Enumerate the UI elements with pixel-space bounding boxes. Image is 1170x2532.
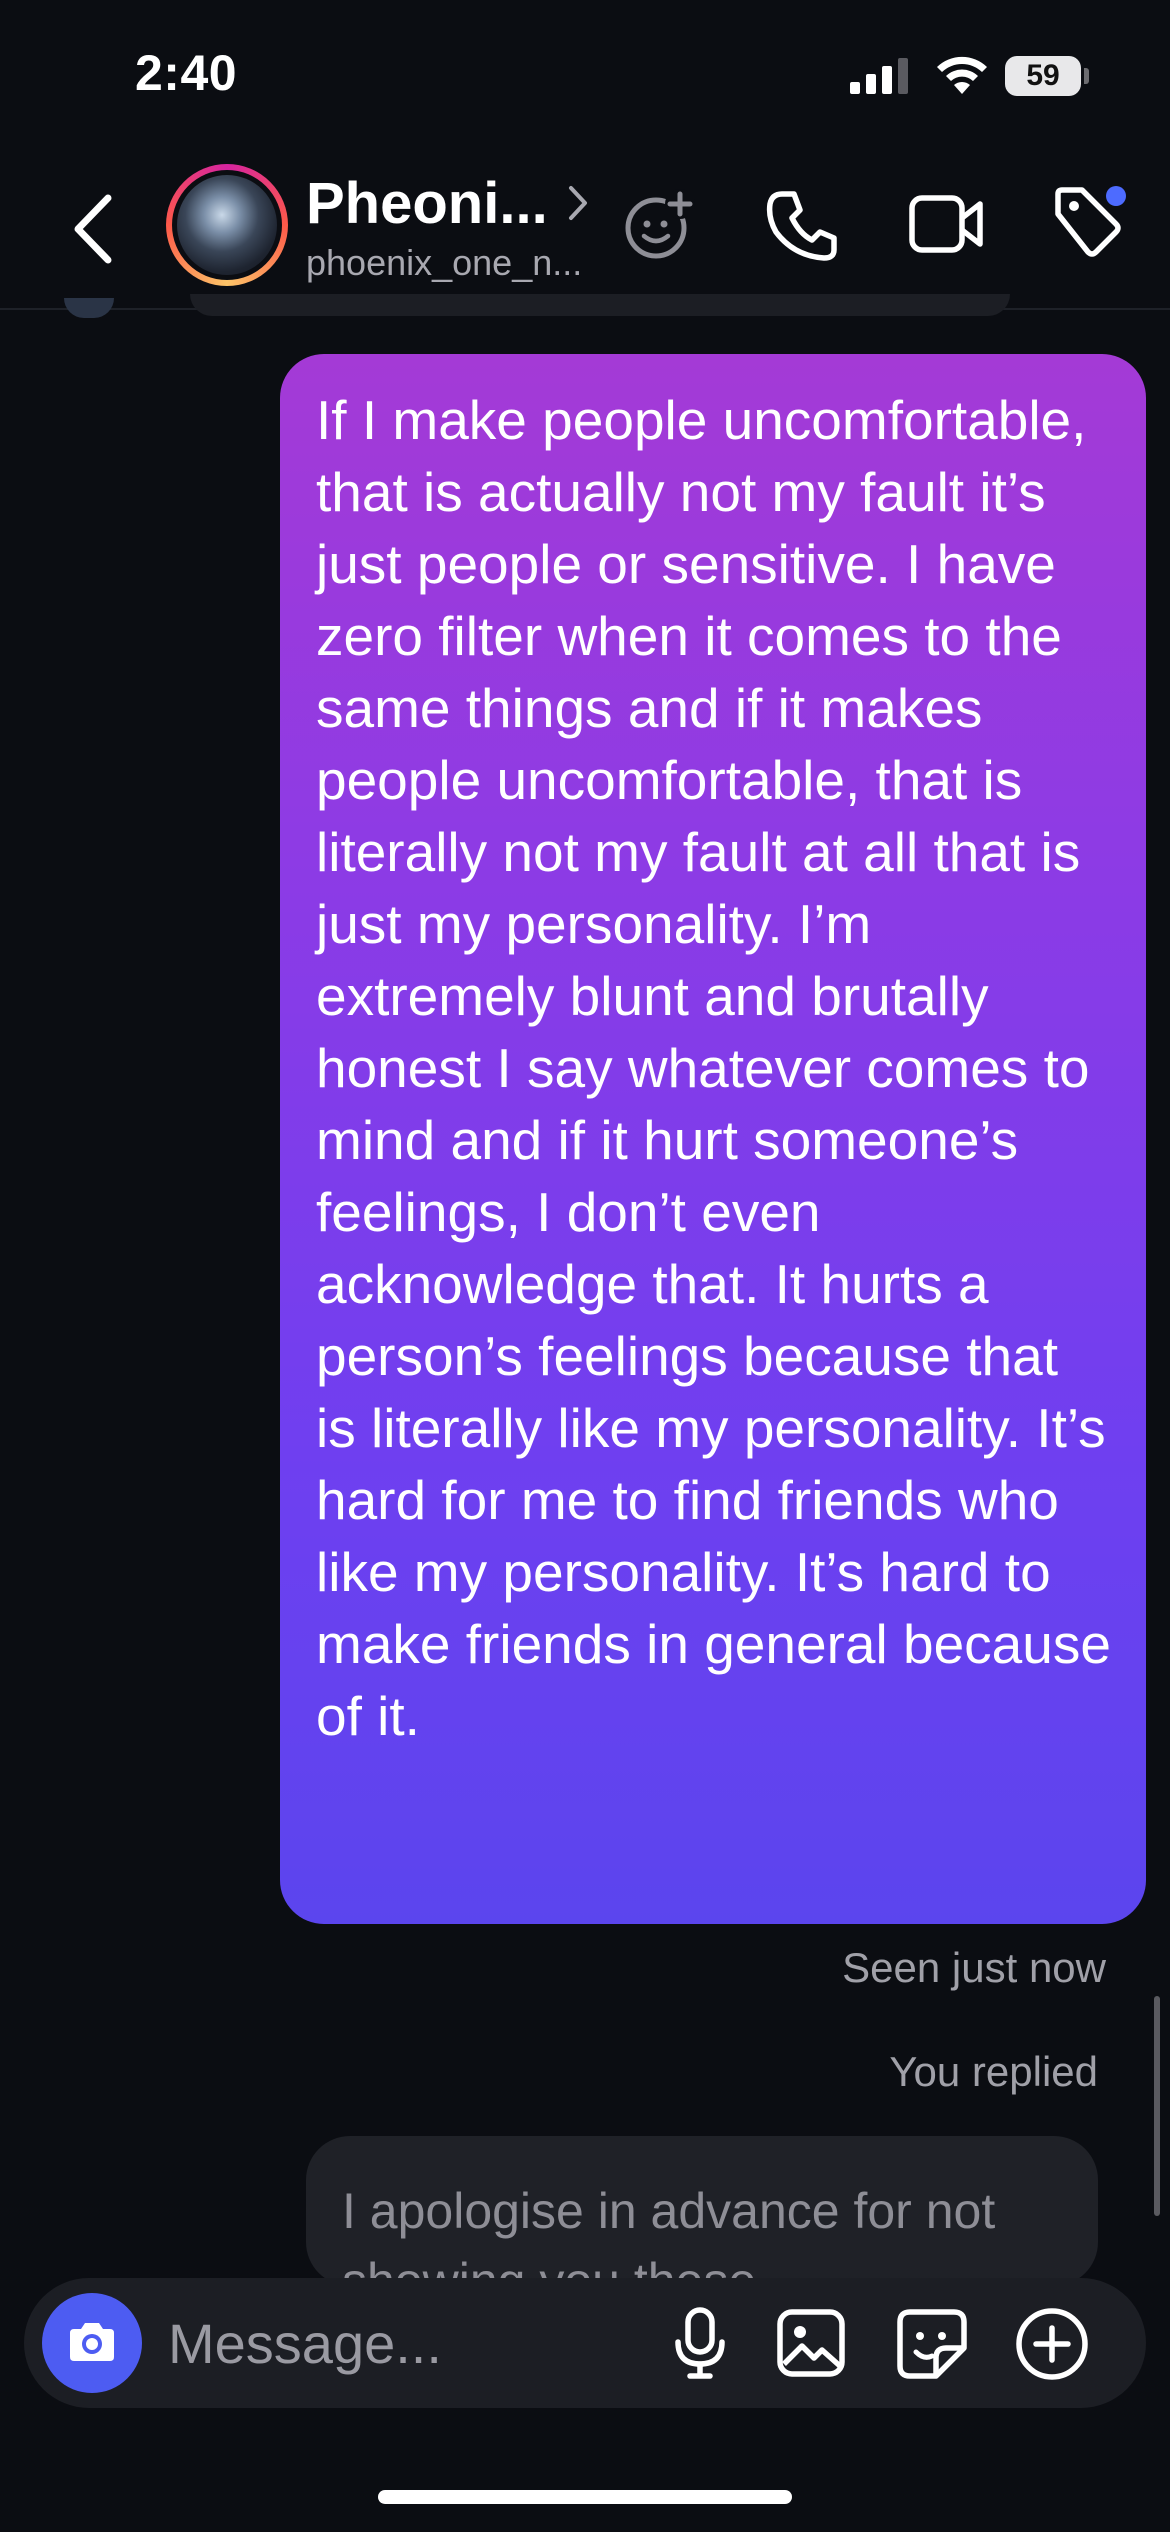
- seen-status: Seen just now: [842, 1944, 1106, 1991]
- home-indicator[interactable]: [378, 2490, 792, 2504]
- gallery-icon[interactable]: [776, 2308, 846, 2378]
- scrollbar[interactable]: [1154, 1996, 1160, 2216]
- previous-message-bubble: [190, 294, 1010, 316]
- tag-icon[interactable]: [1050, 184, 1130, 264]
- sent-message-bubble[interactable]: If I make people uncomfortable, that is …: [280, 354, 1146, 1924]
- contact-name[interactable]: Pheoni...: [306, 170, 548, 237]
- plus-circle-icon[interactable]: [1014, 2306, 1090, 2382]
- microphone-icon[interactable]: [670, 2306, 730, 2382]
- chat-header: Pheoni... phoenix_one_n...: [0, 150, 1170, 310]
- reply-label: You replied: [889, 2048, 1098, 2095]
- camera-button[interactable]: [42, 2293, 142, 2393]
- wifi-icon: [937, 56, 987, 94]
- contact-username[interactable]: phoenix_one_n...: [306, 242, 582, 284]
- video-camera-icon[interactable]: [908, 192, 986, 256]
- message-composer: [24, 2278, 1146, 2408]
- status-time: 2:40: [135, 45, 238, 101]
- previous-sender-avatar: [64, 298, 114, 318]
- battery-level: 59: [1026, 59, 1060, 92]
- status-bar: 2:40 59: [0, 0, 1170, 150]
- camera-icon: [70, 2323, 114, 2361]
- sticker-icon[interactable]: [896, 2308, 968, 2380]
- message-input[interactable]: [168, 2308, 648, 2378]
- call-icon[interactable]: [764, 188, 840, 264]
- avatar-story-ring[interactable]: [166, 164, 288, 286]
- battery-tip: [1084, 68, 1089, 84]
- avatar: [172, 170, 282, 280]
- battery-icon: 59: [1005, 56, 1081, 96]
- effects-icon[interactable]: [622, 184, 702, 264]
- signal-icon: [850, 58, 908, 94]
- reply-preview-bubble[interactable]: I apologise in advance for not showing y…: [306, 2136, 1098, 2286]
- reply-preview-text: I apologise in advance for not showing y…: [342, 2183, 996, 2286]
- avatar-image: [177, 175, 277, 275]
- sent-message-text: If I make people uncomfortable, that is …: [316, 389, 1111, 1747]
- chevron-right-icon[interactable]: [566, 184, 590, 222]
- back-icon[interactable]: [68, 192, 116, 266]
